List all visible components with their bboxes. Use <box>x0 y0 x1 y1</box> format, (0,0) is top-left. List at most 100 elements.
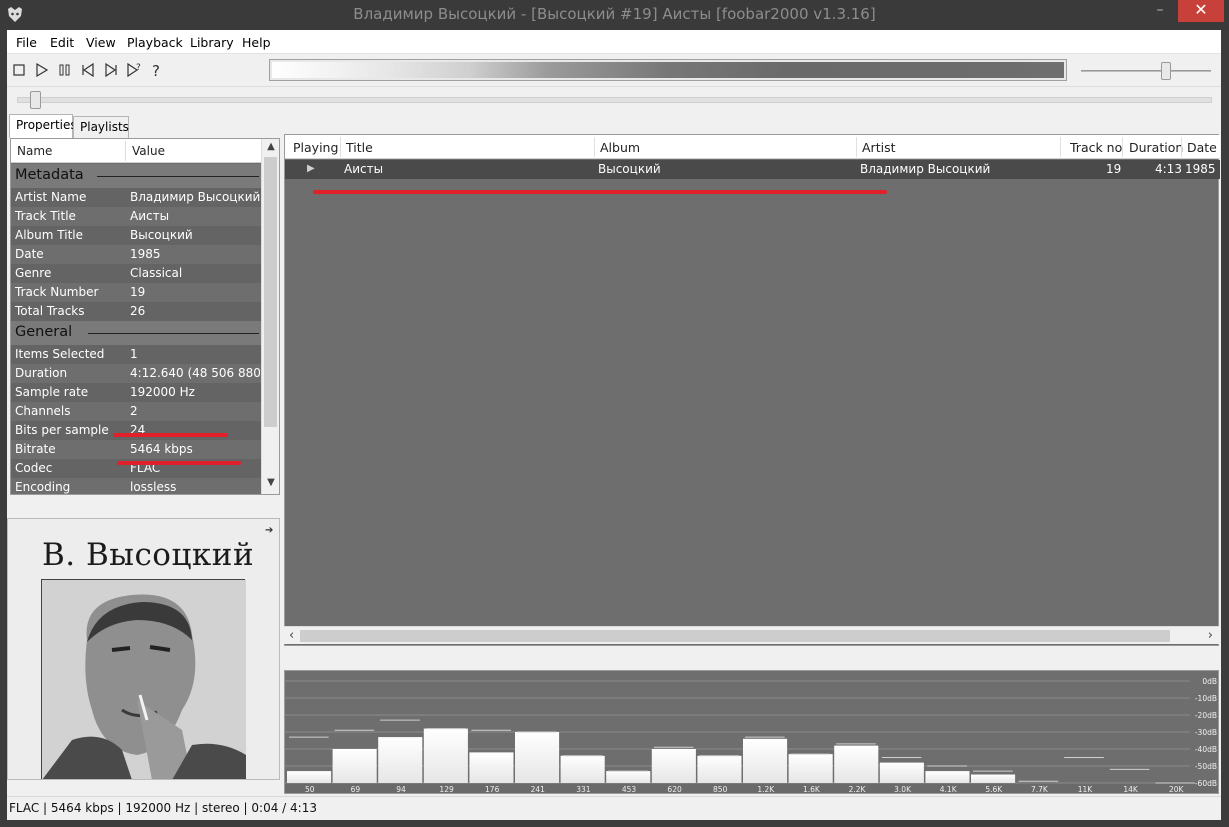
playlist-horizontal-scrollbar[interactable]: ‹ › <box>284 626 1219 644</box>
property-group-title: Metadata <box>15 167 84 183</box>
svg-text:?: ? <box>136 63 141 73</box>
column-name[interactable]: Name <box>17 144 52 158</box>
db-label: -10dB <box>1195 694 1217 703</box>
toolbar: ? ? <box>7 55 1221 87</box>
property-name: Duration <box>15 366 68 380</box>
property-name: Genre <box>15 266 52 280</box>
property-name: Track Title <box>15 209 76 223</box>
previous-icon[interactable] <box>79 61 97 79</box>
column-playing[interactable]: Playing <box>293 140 338 155</box>
row-track-no: 19 <box>1106 162 1122 176</box>
property-group-general: General <box>11 321 261 345</box>
property-row[interactable]: Date 1985 <box>11 245 261 264</box>
property-row[interactable]: Total Tracks 26 <box>11 302 261 321</box>
property-row[interactable]: Duration 4:12.640 (48 506 880 sam <box>11 364 261 383</box>
db-label: -30dB <box>1195 728 1217 737</box>
column-title[interactable]: Title <box>346 140 373 155</box>
frequency-label: 11K <box>1078 785 1094 794</box>
column-date[interactable]: Date <box>1187 140 1217 155</box>
visualization-bar <box>269 59 1067 81</box>
spectrum-bar <box>925 771 970 783</box>
spectrum-bar <box>743 738 788 783</box>
random-icon[interactable]: ? <box>125 61 143 79</box>
column-value[interactable]: Value <box>132 144 165 158</box>
spectrum-bar <box>515 732 560 783</box>
menu-edit[interactable]: Edit <box>50 35 74 50</box>
play-icon[interactable] <box>33 61 51 79</box>
frequency-label: 1.6K <box>803 785 821 794</box>
property-value: Аисты <box>130 209 170 223</box>
properties-panel: Name Value ▲ ▼ Metadata Artist Name Владим… <box>10 138 280 495</box>
row-title: Аисты <box>344 162 384 176</box>
scroll-up-icon[interactable]: ▲ <box>262 141 279 157</box>
property-name: Channels <box>15 404 71 418</box>
property-row[interactable]: Album Title Высоцкий <box>11 226 261 245</box>
seek-slider[interactable] <box>30 91 41 109</box>
help-icon[interactable]: ? <box>148 61 166 80</box>
frequency-label: 14K <box>1123 785 1139 794</box>
volume-track[interactable] <box>1081 70 1211 72</box>
scroll-thumb-horizontal[interactable] <box>300 630 1170 642</box>
frequency-label: 331 <box>576 785 591 794</box>
menu-playback[interactable]: Playback <box>127 35 183 50</box>
db-label: -20dB <box>1195 711 1217 720</box>
properties-scrollbar[interactable]: ▲ ▼ <box>261 139 279 494</box>
property-name: Date <box>15 247 44 261</box>
spectrum-bar <box>651 749 696 783</box>
next-icon[interactable] <box>102 61 120 79</box>
spectrum-bar <box>834 745 879 783</box>
frequency-label: 7.7K <box>1031 785 1049 794</box>
annotation-underline-sample-rate <box>113 433 228 437</box>
property-row[interactable]: Channels 2 <box>11 402 261 421</box>
stop-icon[interactable] <box>10 61 28 79</box>
frequency-label: 129 <box>439 785 454 794</box>
scroll-left-icon[interactable]: ‹ <box>289 628 294 643</box>
frequency-label: 1.2K <box>757 785 775 794</box>
column-duration[interactable]: Duration <box>1129 140 1183 155</box>
property-row[interactable]: Encoding lossless <box>11 478 261 494</box>
frequency-label: 4.1K <box>940 785 958 794</box>
volume-slider[interactable] <box>1161 62 1171 80</box>
property-row[interactable]: Track Number 19 <box>11 283 261 302</box>
property-row[interactable]: Genre Classical <box>11 264 261 283</box>
tab-properties[interactable]: Properties <box>9 114 77 138</box>
frequency-label: 20K <box>1169 785 1185 794</box>
frequency-label: 69 <box>351 785 361 794</box>
frequency-label: 176 <box>485 785 500 794</box>
scroll-thumb[interactable] <box>264 157 277 427</box>
column-album[interactable]: Album <box>600 140 640 155</box>
property-row[interactable]: Bits per sample 24 <box>11 421 261 440</box>
art-expand-icon[interactable]: ➔ <box>265 525 273 536</box>
spectrum-bar <box>287 771 332 783</box>
column-track-no[interactable]: Track no <box>1070 140 1122 155</box>
column-artist[interactable]: Artist <box>862 140 895 155</box>
menu-library[interactable]: Library <box>190 35 234 50</box>
property-row[interactable]: Items Selected 1 <box>11 345 261 364</box>
property-row[interactable]: Artist Name Владимир Высоцкий <box>11 188 261 207</box>
property-group-metadata: Metadata <box>11 164 261 188</box>
property-name: Sample rate <box>15 385 89 399</box>
menu-view[interactable]: View <box>86 35 116 50</box>
menu-file[interactable]: File <box>16 35 37 50</box>
property-value: 4:12.640 (48 506 880 sam <box>130 366 260 380</box>
tab-playlists[interactable]: Playlists <box>73 116 129 138</box>
property-row[interactable]: Track Title Аисты <box>11 207 261 226</box>
property-row[interactable]: Bitrate 5464 kbps <box>11 440 261 459</box>
property-name: Artist Name <box>15 190 87 204</box>
property-name: Bitrate <box>15 442 56 456</box>
pause-icon[interactable] <box>56 61 74 79</box>
row-album: Высоцкий <box>598 162 661 176</box>
close-button[interactable]: ✕ <box>1178 0 1224 22</box>
property-name: Track Number <box>15 285 99 299</box>
playlist-row[interactable]: ▶ Аисты Высоцкий Владимир Высоцкий 19 4:… <box>285 160 1220 179</box>
status-text: FLAC | 5464 kbps | 192000 Hz | stereo | … <box>9 801 317 815</box>
seek-bar[interactable] <box>17 97 1212 103</box>
property-row[interactable]: Sample rate 192000 Hz <box>11 383 261 402</box>
scroll-down-icon[interactable]: ▼ <box>262 477 279 493</box>
minimize-button[interactable]: – <box>1145 0 1175 22</box>
frequency-label: 94 <box>396 785 406 794</box>
menu-help[interactable]: Help <box>242 35 271 50</box>
spectrum-bar <box>697 755 742 783</box>
main-window: File Edit View Playback Library Help ? ? <box>7 30 1221 820</box>
scroll-right-icon[interactable]: › <box>1208 628 1213 643</box>
